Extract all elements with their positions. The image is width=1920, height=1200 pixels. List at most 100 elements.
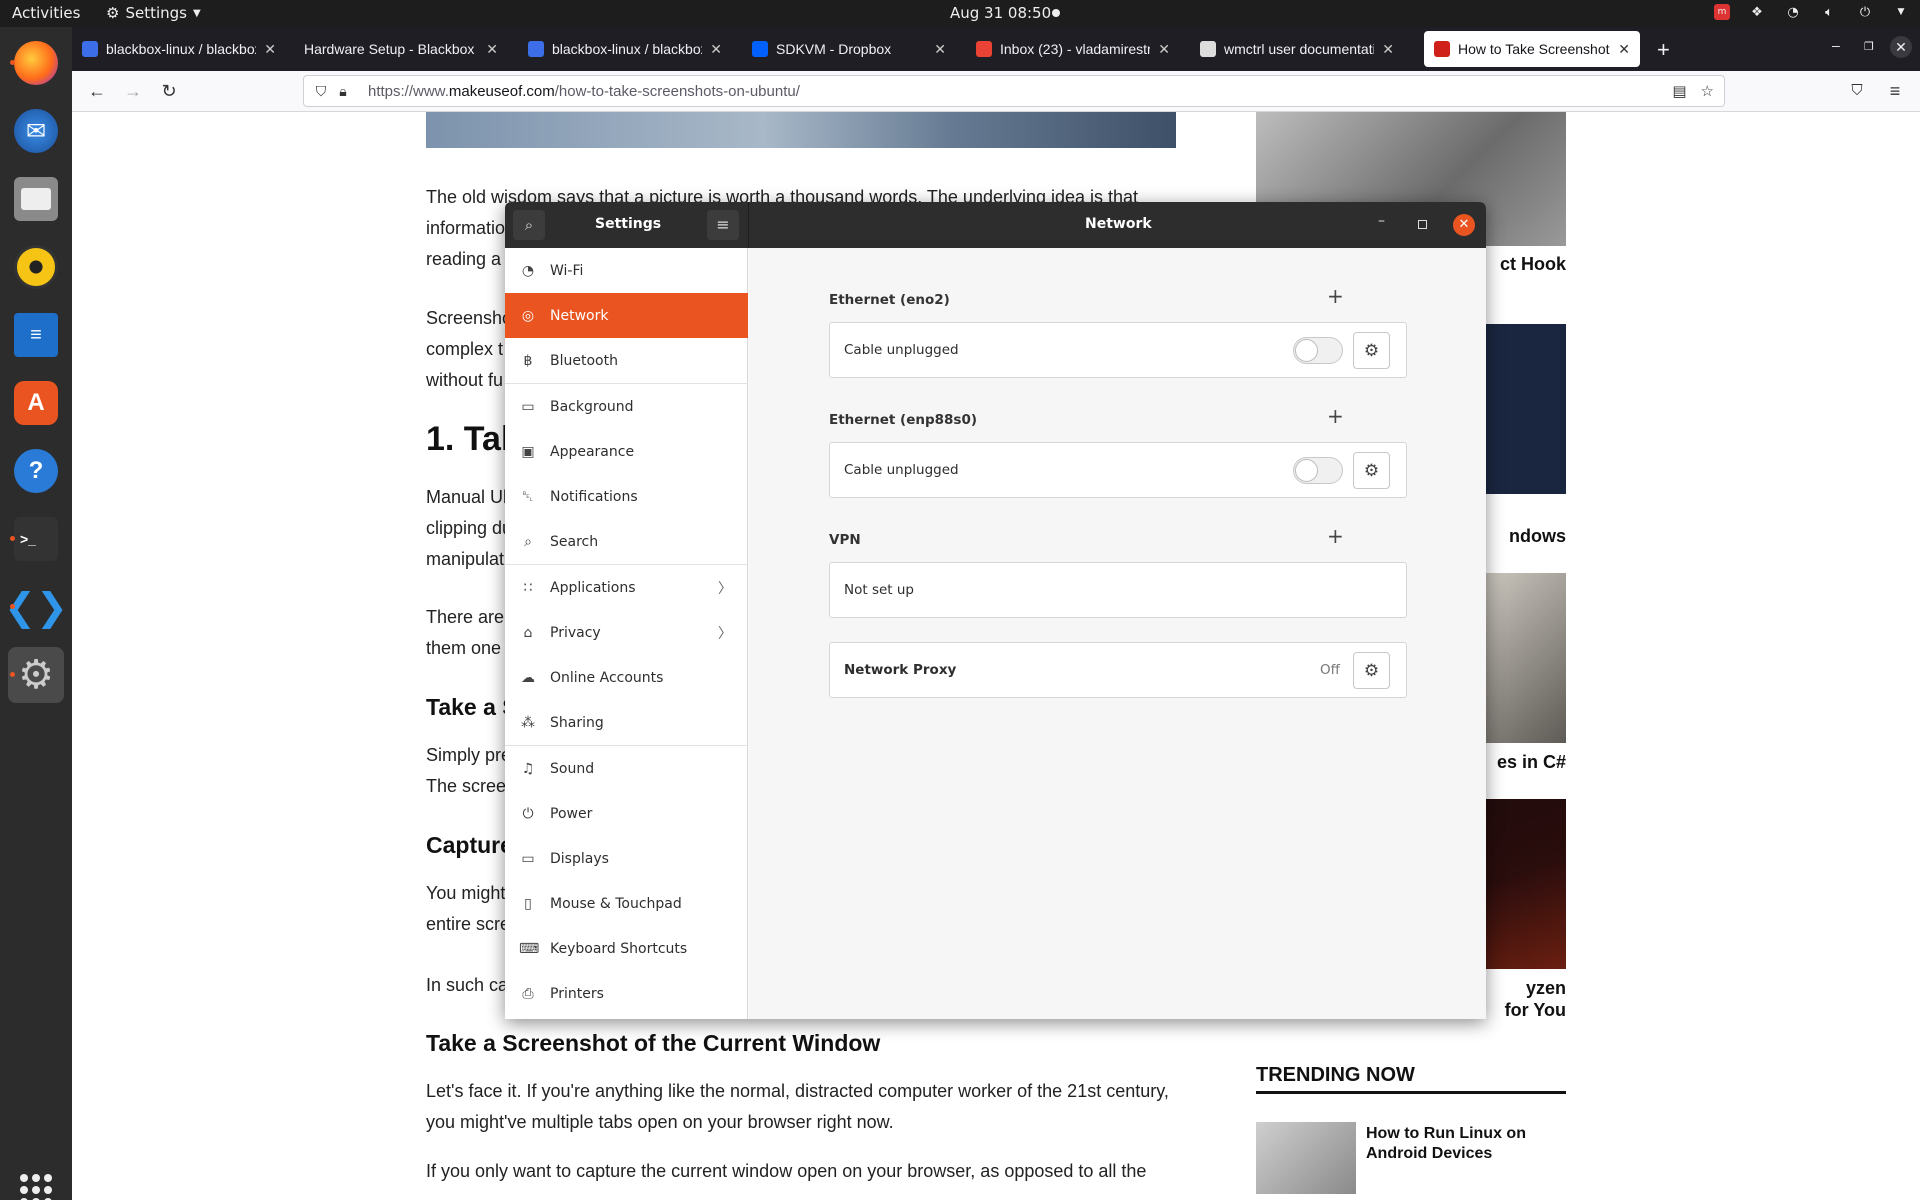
volume-icon[interactable]: 🔈︎ [1820, 3, 1838, 21]
rhythmbox-launcher[interactable] [8, 239, 64, 295]
trending-title-line: Android Devices [1366, 1145, 1493, 1162]
sidebar-item-sound[interactable]: ♫ Sound [505, 746, 748, 791]
firefox-launcher[interactable] [8, 35, 64, 91]
connection-status: Cable unplugged [844, 462, 959, 478]
thunderbird-launcher[interactable]: ✉ [8, 103, 64, 159]
ethernet-eno2-settings-button[interactable]: ⚙ [1353, 332, 1390, 369]
sidebar-item-appearance[interactable]: ▣ Appearance [505, 429, 748, 474]
sidebar-item-mouse-touchpad[interactable]: ▯ Mouse & Touchpad [505, 881, 748, 926]
add-vpn-plus-icon[interactable]: + [1327, 524, 1344, 548]
browser-tab[interactable]: Hardware Setup - Blackbox E ✕ [294, 31, 508, 67]
pocket-icon[interactable]: ⛉ [1846, 80, 1868, 102]
close-icon[interactable]: ✕ [1158, 41, 1170, 58]
network-icon: ◎ [521, 307, 535, 324]
close-icon[interactable]: ✕ [1382, 41, 1394, 58]
sidebar-item-privacy[interactable]: ⌂ Privacy 〉 [505, 610, 748, 655]
maximize-icon[interactable] [1418, 220, 1427, 229]
sidebar-item-search[interactable]: ⌕ Search [505, 519, 748, 564]
sidebar-item-label: Sound [550, 760, 595, 777]
close-icon[interactable]: ✕ [264, 41, 276, 58]
sidebar-item-online-accounts[interactable]: ☁ Online Accounts [505, 655, 748, 700]
section-title-ethernet-eno2: Ethernet (eno2) [829, 292, 950, 308]
sidebar-item-label: Notifications [550, 488, 638, 505]
browser-tab[interactable]: blackbox-linux / blackbox ✕ [72, 31, 286, 67]
terminal-launcher[interactable]: >_ [8, 511, 64, 567]
shield-icon[interactable]: ⛉ [310, 83, 332, 100]
cloud-icon: ☁ [521, 669, 535, 686]
sidebar-item-sharing[interactable]: ⁂ Sharing [505, 700, 748, 745]
system-tray[interactable]: m ❖ ◔ 🔈︎ ⏻ ▼ [1714, 3, 1910, 21]
files-launcher[interactable] [8, 171, 64, 227]
address-bar[interactable]: ⛉ 🔒︎ https://www.makeuseof.com/how-to-ta… [303, 75, 1725, 107]
sidebar-item-keyboard-shortcuts[interactable]: ⌨ Keyboard Shortcuts [505, 926, 748, 971]
sidebar-item-notifications[interactable]: ␇ Notifications [505, 474, 748, 519]
sidebar-item-power[interactable]: ⏻ Power [505, 791, 748, 836]
close-window-icon[interactable]: ✕ [1890, 36, 1912, 58]
close-icon[interactable]: ✕ [710, 41, 722, 58]
trending-title[interactable]: How to Run Linux on Android Devices [1366, 1124, 1526, 1164]
software-launcher[interactable]: A [8, 375, 64, 431]
switch-knob [1295, 339, 1318, 362]
trending-item[interactable]: How to Run Linux on Android Devices [1256, 1122, 1566, 1194]
dock: ✉ ≡ A ? >_ ❮❯ ⚙ [0, 27, 72, 1200]
browser-tab[interactable]: SDKVM - Dropbox ✕ [742, 31, 956, 67]
sidebar-item-background[interactable]: ▭ Background [505, 384, 748, 429]
new-tab-plus-icon[interactable]: + [1657, 37, 1670, 63]
close-icon[interactable]: ✕ [1618, 41, 1630, 58]
close-icon[interactable]: ✕ [934, 41, 946, 58]
article-subheading: Take a Screenshot of the Current Window [426, 1030, 881, 1056]
bookmark-star-icon[interactable]: ☆ [1701, 82, 1714, 100]
power-menu-icon[interactable]: ⏻ [1856, 3, 1874, 21]
settings-launcher[interactable]: ⚙ [8, 647, 64, 703]
ethernet-enp88s0-settings-button[interactable]: ⚙ [1353, 452, 1390, 489]
chevron-down-icon[interactable]: ▼ [1892, 3, 1910, 21]
browser-tab[interactable]: wmctrl user documentati ✕ [1190, 31, 1404, 67]
hamburger-menu-icon[interactable]: ≡ [1884, 80, 1906, 102]
browser-tab[interactable]: blackbox-linux / blackbox ✕ [518, 31, 732, 67]
add-connection-plus-icon[interactable]: + [1327, 284, 1344, 308]
help-icon: ? [14, 449, 58, 493]
article-hero-image [426, 112, 1176, 148]
wifi-status-icon[interactable]: ◔ [1784, 3, 1802, 21]
activities-button[interactable]: Activities [12, 4, 80, 22]
minimize-icon[interactable]: – [1832, 37, 1840, 53]
clock[interactable]: Aug 31 08:50 [950, 4, 1051, 22]
network-proxy-settings-button[interactable]: ⚙ [1353, 652, 1390, 689]
add-connection-plus-icon[interactable]: + [1327, 404, 1344, 428]
browser-tab[interactable]: Inbox (23) - vladamirestra ✕ [966, 31, 1180, 67]
sidebar-item-applications[interactable]: ∷ Applications 〉 [505, 565, 748, 610]
browser-tab-active[interactable]: How to Take Screenshots ✕ [1424, 31, 1640, 67]
app-menu[interactable]: ⚙ Settings ▼ [106, 4, 201, 22]
close-icon[interactable]: ✕ [486, 41, 498, 58]
writer-launcher[interactable]: ≡ [8, 307, 64, 363]
back-arrow-icon[interactable]: ← [86, 80, 108, 102]
help-launcher[interactable]: ? [8, 443, 64, 499]
search-button[interactable]: ⌕ [513, 210, 545, 240]
close-icon[interactable]: ✕ [1453, 214, 1475, 236]
reader-view-icon[interactable]: ▤ [1672, 82, 1686, 100]
tab-title: blackbox-linux / blackbox [106, 41, 257, 57]
dropbox-icon[interactable]: ❖ [1748, 3, 1766, 21]
sidebar-item-network[interactable]: ◎ Network [505, 293, 748, 338]
reload-icon[interactable]: ↻ [158, 80, 180, 102]
sidebar-item-wifi[interactable]: ◔ Wi-Fi [505, 248, 748, 293]
ethernet-eno2-switch[interactable] [1293, 337, 1343, 364]
vscode-launcher[interactable]: ❮❯ [4, 579, 68, 635]
vscode-icon: ❮❯ [4, 586, 68, 629]
forward-arrow-icon[interactable]: → [122, 80, 144, 102]
makeuseof-favicon-icon [1434, 41, 1450, 57]
network-proxy-row[interactable]: Network Proxy Off ⚙ [829, 642, 1407, 698]
minimize-icon[interactable]: – [1378, 213, 1385, 229]
sidebar-item-bluetooth[interactable]: ฿ Bluetooth [505, 338, 748, 383]
lock-icon[interactable]: 🔒︎ [332, 83, 354, 100]
sidebar-item-label: Background [550, 398, 634, 415]
settings-title: Settings [595, 216, 662, 232]
hamburger-menu-button[interactable]: ≡ [707, 210, 739, 240]
github-favicon-icon [528, 41, 544, 57]
sidebar-item-printers[interactable]: ⎙ Printers [505, 971, 748, 1016]
restore-icon[interactable]: ❐ [1864, 40, 1874, 53]
sidebar-item-displays[interactable]: ▭ Displays [505, 836, 748, 881]
show-apps-grid-icon[interactable] [20, 1174, 52, 1200]
indicator-app-icon[interactable]: m [1714, 4, 1730, 20]
ethernet-enp88s0-switch[interactable] [1293, 457, 1343, 484]
